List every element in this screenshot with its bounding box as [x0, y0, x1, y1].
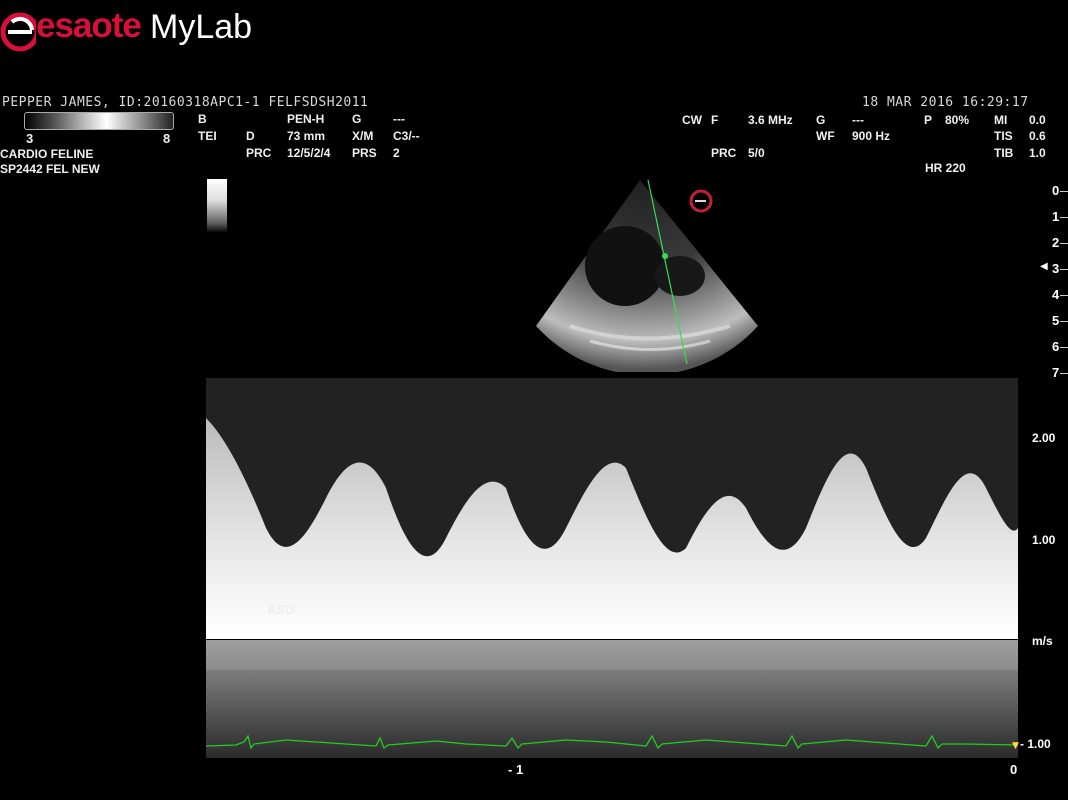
depth-6: 6	[1052, 339, 1060, 354]
depth-3: 3	[1052, 261, 1060, 276]
cw-sample-marker[interactable]	[662, 253, 668, 259]
esaote-watermark-icon	[689, 189, 713, 213]
depth-2: 2	[1052, 235, 1060, 250]
tei-label: TEI	[198, 129, 217, 143]
cw-g-value: ---	[852, 113, 864, 127]
velocity-1: 1.00	[1032, 533, 1056, 547]
cw-mode-label: CW	[682, 113, 702, 127]
cw-g-label: G	[816, 113, 826, 127]
bmode-label: B	[198, 112, 207, 126]
prc-value: 12/5/2/4	[287, 146, 331, 160]
prs-label: PRS	[352, 146, 377, 160]
cw-wf-value: 900 Hz	[852, 129, 891, 143]
cw-prc-value: 5/0	[748, 146, 765, 160]
intensity-bar	[207, 179, 227, 233]
time-minus-1: - 1	[508, 762, 524, 777]
prc-label: PRC	[246, 146, 272, 160]
cw-wf-label: WF	[816, 129, 835, 143]
esaote-logo: esaote MyLab	[0, 4, 270, 54]
mi-value: 0.0	[1029, 113, 1046, 127]
depth-4: 4	[1052, 287, 1060, 302]
d-label: D	[246, 129, 255, 143]
xm-label: X/M	[352, 129, 374, 143]
probe-value: PEN-H	[287, 112, 325, 126]
velocity-neg-1: - 1.00	[1020, 737, 1051, 751]
depth-0: 0	[1052, 183, 1060, 198]
preset-name: CARDIO FELINE	[0, 147, 94, 161]
depth-7: 7	[1052, 365, 1060, 380]
prs-value: 2	[393, 146, 400, 160]
bmode-sector-image	[536, 179, 758, 372]
xm-value: C3/--	[393, 129, 420, 143]
patient-info: PEPPER JAMES, ID:20160318APC1-1 FELFSDSH…	[2, 95, 369, 110]
mi-label: MI	[994, 113, 1008, 127]
time-0: 0	[1010, 762, 1018, 777]
power-label: P	[924, 113, 933, 127]
depth-1: 1	[1052, 209, 1060, 224]
heart-rate: HR 220	[925, 161, 966, 175]
g-value: ---	[393, 112, 405, 126]
date-time: 18 MAR 2016 16:29:17	[862, 95, 1029, 110]
cw-freq-value: 3.6 MHz	[748, 113, 793, 127]
power-value: 80%	[945, 113, 970, 127]
cw-doppler-spectrum	[206, 378, 1018, 758]
tib-value: 1.0	[1029, 146, 1046, 160]
brand-name: esaote	[36, 6, 142, 45]
velocity-unit: m/s	[1032, 634, 1053, 648]
esaote-e-icon	[0, 12, 36, 52]
gray-map-bar	[24, 112, 174, 130]
cw-prc-label: PRC	[711, 146, 737, 160]
asd-annotation: ASD	[267, 602, 295, 617]
g-label: G	[352, 112, 362, 126]
velocity-2: 2.00	[1032, 431, 1056, 445]
preset-code: SP2442 FEL NEW	[0, 162, 100, 176]
sweep-marker-icon: ▼	[1012, 741, 1019, 751]
tis-label: TIS	[994, 129, 1013, 143]
gray-max: 8	[163, 131, 171, 146]
tis-value: 0.6	[1029, 129, 1046, 143]
cw-f-label: F	[711, 113, 719, 127]
depth-value: 73 mm	[287, 129, 326, 143]
tib-label: TIB	[994, 146, 1014, 160]
focus-marker-icon[interactable]: ◀	[1040, 261, 1048, 272]
product-name: MyLab	[150, 8, 253, 46]
depth-5: 5	[1052, 313, 1060, 328]
doppler-baseline[interactable]	[206, 636, 1018, 639]
gray-min: 3	[26, 131, 34, 146]
